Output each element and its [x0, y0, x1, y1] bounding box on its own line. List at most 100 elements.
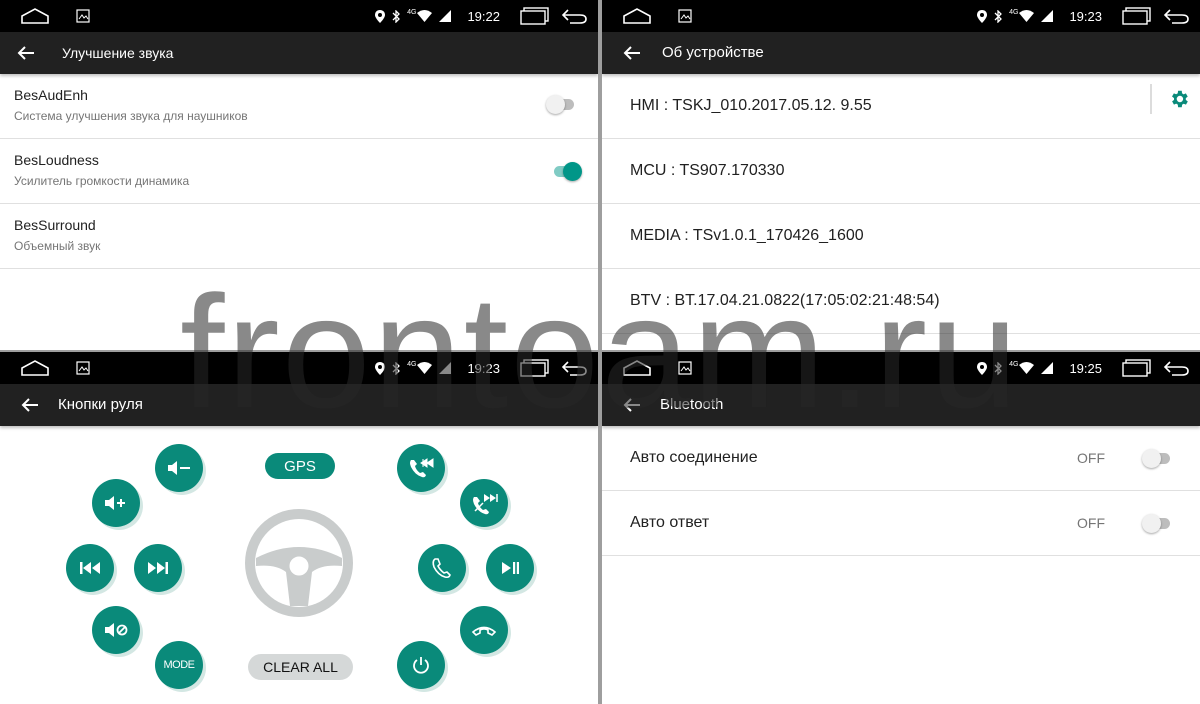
setting-subtitle: Усилитель громкости динамика — [14, 174, 190, 188]
status-time: 19:23 — [1069, 8, 1102, 24]
gallery-icon[interactable] — [76, 361, 90, 375]
back-arrow-icon[interactable] — [20, 395, 40, 415]
home-icon[interactable] — [622, 7, 652, 25]
setting-state: OFF — [1077, 515, 1105, 531]
location-icon — [977, 9, 988, 23]
status-bar: 4G 19:23 — [602, 0, 1200, 32]
bluetooth-icon — [392, 9, 401, 23]
app-bar: Кнопки руля — [0, 384, 598, 426]
mute-button[interactable] — [92, 606, 140, 654]
back-nav-icon[interactable] — [1162, 359, 1190, 377]
setting-row-besaudenh[interactable]: BesAudEnh Система улучшения звука для на… — [0, 74, 598, 139]
status-time: 19:25 — [1069, 360, 1102, 376]
recent-apps-icon[interactable] — [520, 7, 550, 25]
about-device-panel: 4G 19:23 Об устройстве HMI : TSKJ_010.20… — [602, 0, 1200, 352]
page-title: Bluetooth — [660, 396, 724, 413]
hang-up-button[interactable] — [460, 606, 508, 654]
recent-apps-icon[interactable] — [520, 359, 550, 377]
hang-up-icon — [471, 626, 497, 636]
call-next-button[interactable] — [460, 479, 508, 527]
clear-all-button[interactable]: CLEAR ALL — [248, 654, 353, 680]
back-arrow-icon[interactable] — [16, 43, 36, 63]
setting-title: BesSurround — [14, 217, 96, 233]
page-title: Об устройстве — [662, 44, 764, 61]
wifi-icon — [417, 362, 433, 374]
auto-connect-toggle[interactable] — [1142, 448, 1172, 468]
setting-row-besloudness[interactable]: BesLoudness Усилитель громкости динамика — [0, 139, 598, 204]
phone-prev-icon — [410, 458, 434, 478]
info-text: BTV : BT.17.04.21.0822(17:05:02:21:48:54… — [630, 292, 940, 309]
volume-up-button[interactable] — [92, 479, 140, 527]
setting-state: OFF — [1077, 450, 1105, 466]
setting-subtitle: Объемный звук — [14, 239, 101, 253]
back-nav-icon[interactable] — [1162, 7, 1190, 25]
location-icon — [977, 361, 988, 375]
steering-wheel-icon — [245, 509, 353, 617]
next-track-icon — [148, 562, 168, 574]
gear-divider — [1150, 84, 1152, 114]
call-prev-button[interactable] — [397, 444, 445, 492]
status-bar: 4G 19:23 — [0, 352, 598, 384]
auto-answer-row[interactable]: Авто ответ OFF — [602, 491, 1200, 556]
gallery-icon[interactable] — [678, 361, 692, 375]
back-arrow-icon[interactable] — [622, 395, 642, 415]
signal-icon — [439, 10, 452, 22]
recent-apps-icon[interactable] — [1122, 359, 1152, 377]
prev-track-icon — [80, 562, 100, 574]
network-type: 4G — [407, 8, 417, 16]
info-text: MEDIA : TSv1.0.1_170426_1600 — [630, 227, 864, 244]
back-arrow-icon[interactable] — [622, 43, 642, 63]
power-button[interactable] — [397, 641, 445, 689]
answer-call-button[interactable] — [418, 544, 466, 592]
power-icon — [413, 657, 429, 674]
volume-down-button[interactable] — [155, 444, 203, 492]
setting-row-bessurround[interactable]: BesSurround Объемный звук — [0, 204, 598, 269]
status-bar: 4G 19:25 — [602, 352, 1200, 384]
setting-title: BesLoudness — [14, 152, 99, 168]
info-row-mcu[interactable]: MCU : TS907.170330 — [602, 139, 1200, 204]
info-row-hmi[interactable]: HMI : TSKJ_010.2017.05.12. 9.55 — [602, 74, 1200, 139]
back-nav-icon[interactable] — [560, 7, 588, 25]
signal-icon — [1041, 362, 1054, 374]
info-row-btv[interactable]: BTV : BT.17.04.21.0822(17:05:02:21:48:54… — [602, 269, 1200, 334]
wifi-icon — [417, 10, 433, 22]
auto-connect-row[interactable]: Авто соединение OFF — [602, 426, 1200, 491]
info-text: HMI : TSKJ_010.2017.05.12. 9.55 — [630, 97, 872, 114]
info-row-media[interactable]: MEDIA : TSv1.0.1_170426_1600 — [602, 204, 1200, 269]
panel-divider-vertical — [598, 0, 602, 704]
device-info-list: HMI : TSKJ_010.2017.05.12. 9.55 MCU : TS… — [602, 74, 1200, 334]
wifi-icon — [1019, 362, 1035, 374]
gallery-icon[interactable] — [76, 9, 90, 23]
signal-icon — [1041, 10, 1054, 22]
app-bar: Улучшение звука — [0, 32, 598, 74]
recent-apps-icon[interactable] — [1122, 7, 1152, 25]
bluetooth-panel: 4G 19:25 Bluetooth Авто соединение OFF А… — [602, 352, 1200, 704]
mute-icon — [105, 623, 128, 637]
panel-divider-horizontal — [0, 350, 1200, 352]
gear-icon[interactable] — [1168, 88, 1190, 110]
play-pause-button[interactable] — [486, 544, 534, 592]
location-icon — [375, 361, 386, 375]
home-icon[interactable] — [622, 359, 652, 377]
page-title: Улучшение звука — [62, 45, 174, 61]
setting-label: Авто соединение — [630, 449, 758, 466]
besaudenh-toggle[interactable] — [546, 94, 576, 114]
prev-track-button[interactable] — [66, 544, 114, 592]
page-title: Кнопки руля — [58, 396, 143, 413]
besloudness-toggle[interactable] — [552, 161, 582, 181]
signal-icon — [439, 362, 452, 374]
gps-button[interactable]: GPS — [265, 453, 335, 479]
play-pause-icon — [502, 562, 519, 574]
status-time: 19:23 — [467, 360, 500, 376]
gallery-icon[interactable] — [678, 9, 692, 23]
auto-answer-toggle[interactable] — [1142, 513, 1172, 533]
mode-button[interactable]: MODE — [155, 641, 203, 689]
app-bar: Bluetooth — [602, 384, 1200, 426]
steering-buttons-panel: 4G 19:23 Кнопки руля MODE GPS CLEAR ALL — [0, 352, 598, 704]
next-track-button[interactable] — [134, 544, 182, 592]
phone-icon — [432, 558, 451, 579]
home-icon[interactable] — [20, 359, 50, 377]
home-icon[interactable] — [20, 7, 50, 25]
app-bar: Об устройстве — [602, 32, 1200, 74]
back-nav-icon[interactable] — [560, 359, 588, 377]
